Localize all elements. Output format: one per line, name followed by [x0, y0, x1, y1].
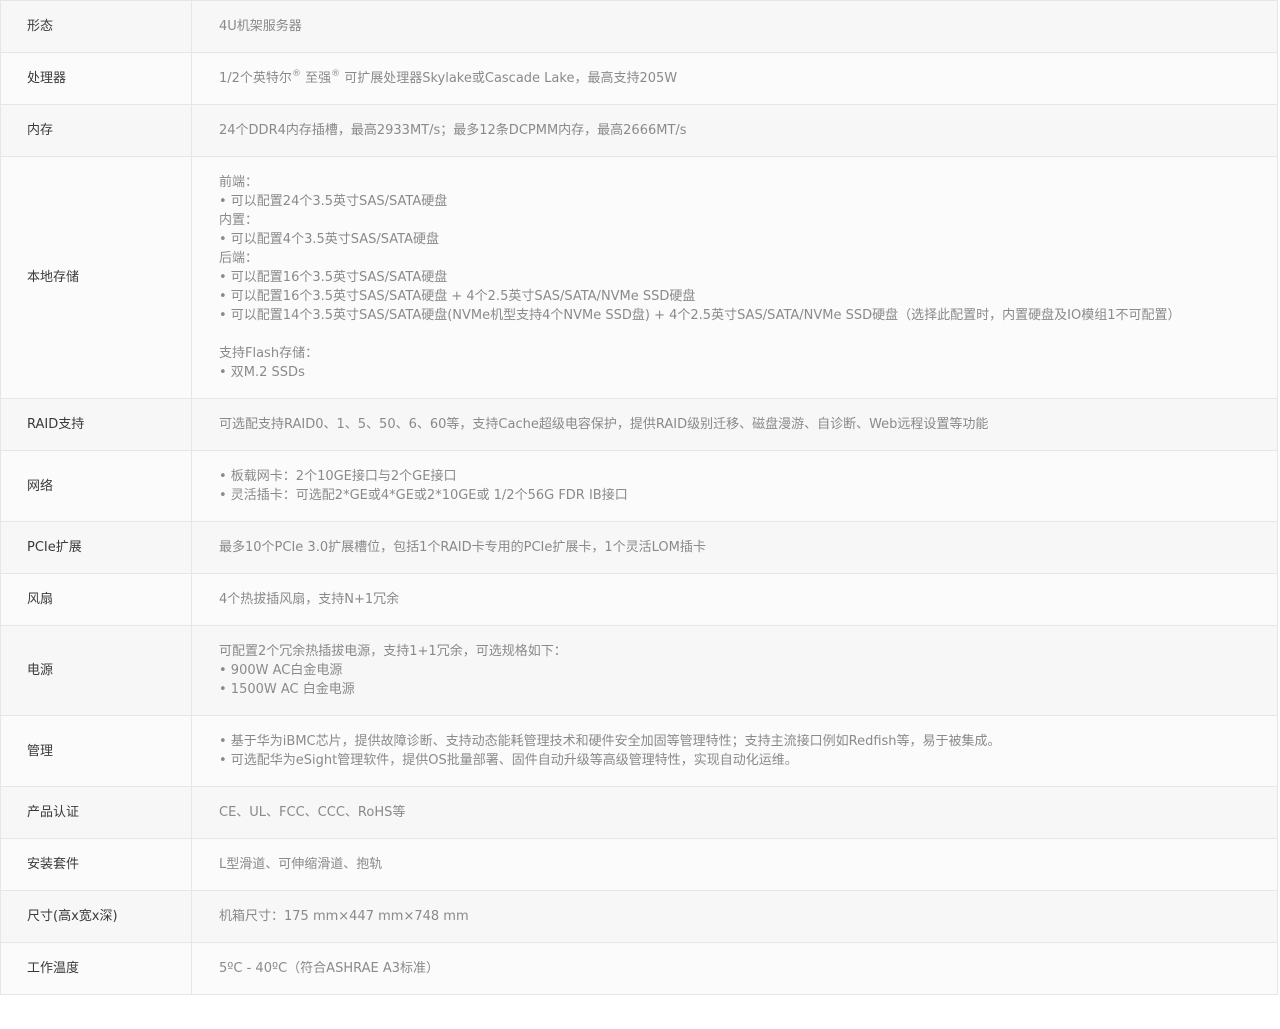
spec-label: 本地存储	[0, 156, 192, 399]
spec-row: PCIe扩展 最多10个PCIe 3.0扩展槽位，包括1个RAID卡专用的PCIe…	[0, 521, 1278, 574]
spec-value-line: • 板载网卡：2个10GE接口与2个GE接口	[219, 469, 457, 484]
spec-row: RAID支持 可选配支持RAID0、1、5、50、6、60等，支持Cache超级电…	[0, 398, 1278, 451]
spec-value-line: 4个热拔插风扇，支持N+1冗余	[219, 592, 400, 607]
spec-label: PCIe扩展	[0, 521, 192, 574]
spec-label: 产品认证	[0, 786, 192, 839]
spec-value: • 基于华为iBMC芯片，提供故障诊断、支持动态能耗管理技术和硬件安全加固等管理…	[191, 715, 1278, 787]
spec-value-line: 前端：	[219, 175, 259, 190]
spec-row: 工作温度 5ºC - 40ºC（符合ASHRAE A3标准）	[0, 942, 1278, 995]
spec-value-line: 可选配支持RAID0、1、5、50、6、60等，支持Cache超级电容保护，提供…	[219, 417, 989, 432]
spec-value-line: • 900W AC白金电源	[219, 663, 343, 678]
spec-label: 处理器	[0, 52, 192, 105]
spec-label: 管理	[0, 715, 192, 787]
spec-value-line: • 可以配置16个3.5英寸SAS/SATA硬盘 + 4个2.5英寸SAS/SA…	[219, 289, 696, 304]
spec-label: 尺寸(高x宽x深)	[0, 890, 192, 943]
spec-value: 4个热拔插风扇，支持N+1冗余	[191, 573, 1278, 626]
spec-row: 形态 4U机架服务器	[0, 0, 1278, 53]
spec-label: 工作温度	[0, 942, 192, 995]
spec-label: RAID支持	[0, 398, 192, 451]
spec-row: 安装套件 L型滑道、可伸缩滑道、抱轨	[0, 838, 1278, 891]
spec-value-line: • 可选配华为eSight管理软件，提供OS批量部署、固件自动升级等高级管理特性…	[219, 753, 798, 768]
spec-label: 网络	[0, 450, 192, 522]
spec-value-line: 支持Flash存储：	[219, 346, 319, 361]
spec-row: 管理 • 基于华为iBMC芯片，提供故障诊断、支持动态能耗管理技术和硬件安全加固等…	[0, 715, 1278, 787]
spec-value: 最多10个PCIe 3.0扩展槽位，包括1个RAID卡专用的PCIe扩展卡，1个…	[191, 521, 1278, 574]
spec-label: 安装套件	[0, 838, 192, 891]
spec-value: 前端： • 可以配置24个3.5英寸SAS/SATA硬盘 内置： • 可以配置4个3.…	[191, 156, 1278, 399]
spec-label: 内存	[0, 104, 192, 157]
spec-value-line: CE、UL、FCC、CCC、RoHS等	[219, 805, 406, 820]
spec-value-line: 24个DDR4内存插槽，最高2933MT/s；最多12条DCPMM内存，最高26…	[219, 123, 687, 138]
spec-value: 5ºC - 40ºC（符合ASHRAE A3标准）	[191, 942, 1278, 995]
registered-mark: ®	[291, 69, 301, 79]
spec-row: 风扇 4个热拔插风扇，支持N+1冗余	[0, 573, 1278, 626]
spec-value: • 板载网卡：2个10GE接口与2个GE接口 • 灵活插卡：可选配2*GE或4*G…	[191, 450, 1278, 522]
spec-value-line: • 可以配置24个3.5英寸SAS/SATA硬盘	[219, 194, 448, 209]
spec-value-line: • 1500W AC 白金电源	[219, 682, 355, 697]
spec-value: 24个DDR4内存插槽，最高2933MT/s；最多12条DCPMM内存，最高26…	[191, 104, 1278, 157]
spec-value-line: • 灵活插卡：可选配2*GE或4*GE或2*10GE或 1/2个56G FDR …	[219, 488, 628, 503]
spec-row: 尺寸(高x宽x深) 机箱尺寸：175 mm×447 mm×748 mm	[0, 890, 1278, 943]
spec-row: 处理器 1/2个英特尔® 至强® 可扩展处理器Skylake或Cascade La…	[0, 52, 1278, 105]
spec-value: L型滑道、可伸缩滑道、抱轨	[191, 838, 1278, 891]
spec-value-line: • 可以配置16个3.5英寸SAS/SATA硬盘	[219, 270, 448, 285]
spec-row: 产品认证 CE、UL、FCC、CCC、RoHS等	[0, 786, 1278, 839]
spec-value-line: 机箱尺寸：175 mm×447 mm×748 mm	[219, 909, 469, 924]
spec-value-line: 最多10个PCIe 3.0扩展槽位，包括1个RAID卡专用的PCIe扩展卡，1个…	[219, 540, 706, 555]
spec-label: 风扇	[0, 573, 192, 626]
spec-label: 电源	[0, 625, 192, 716]
spec-table-body: 形态 4U机架服务器处理器 1/2个英特尔® 至强® 可扩展处理器Skylake或C…	[0, 0, 1278, 995]
spec-value-line: 后端：	[219, 251, 259, 266]
spec-value-spacer	[219, 325, 1247, 344]
spec-table: 形态 4U机架服务器处理器 1/2个英特尔® 至强® 可扩展处理器Skylake或C…	[0, 0, 1278, 995]
spec-value: 4U机架服务器	[191, 0, 1278, 53]
registered-mark: ®	[331, 69, 341, 79]
spec-value: 可配置2个冗余热插拔电源，支持1+1冗余，可选规格如下： • 900W AC白金电…	[191, 625, 1278, 716]
spec-value: 可选配支持RAID0、1、5、50、6、60等，支持Cache超级电容保护，提供…	[191, 398, 1278, 451]
spec-value-line: • 双M.2 SSDs	[219, 365, 305, 380]
spec-value: CE、UL、FCC、CCC、RoHS等	[191, 786, 1278, 839]
spec-row: 内存 24个DDR4内存插槽，最高2933MT/s；最多12条DCPMM内存，最高…	[0, 104, 1278, 157]
spec-value-line: L型滑道、可伸缩滑道、抱轨	[219, 857, 383, 872]
spec-value-line: 1/2个英特尔® 至强® 可扩展处理器Skylake或Cascade Lake，…	[219, 69, 678, 87]
spec-value-line: 5ºC - 40ºC（符合ASHRAE A3标准）	[219, 961, 440, 976]
spec-value-line: • 可以配置4个3.5英寸SAS/SATA硬盘	[219, 232, 439, 247]
spec-value-line: 4U机架服务器	[219, 19, 302, 34]
spec-value-line: 内置：	[219, 213, 259, 228]
spec-value: 1/2个英特尔® 至强® 可扩展处理器Skylake或Cascade Lake，…	[191, 52, 1278, 105]
spec-row: 电源 可配置2个冗余热插拔电源，支持1+1冗余，可选规格如下： • 900W AC白…	[0, 625, 1278, 716]
spec-value-line: • 可以配置14个3.5英寸SAS/SATA硬盘(NVMe机型支持4个NVMe …	[219, 308, 1181, 323]
spec-value-line: 可配置2个冗余热插拔电源，支持1+1冗余，可选规格如下：	[219, 644, 567, 659]
spec-label: 形态	[0, 0, 192, 53]
spec-value-line: • 基于华为iBMC芯片，提供故障诊断、支持动态能耗管理技术和硬件安全加固等管理…	[219, 734, 1001, 749]
spec-value: 机箱尺寸：175 mm×447 mm×748 mm	[191, 890, 1278, 943]
spec-row: 本地存储 前端： • 可以配置24个3.5英寸SAS/SATA硬盘 内置： • 可以配置…	[0, 156, 1278, 399]
spec-row: 网络 • 板载网卡：2个10GE接口与2个GE接口 • 灵活插卡：可选配2*GE或4…	[0, 450, 1278, 522]
